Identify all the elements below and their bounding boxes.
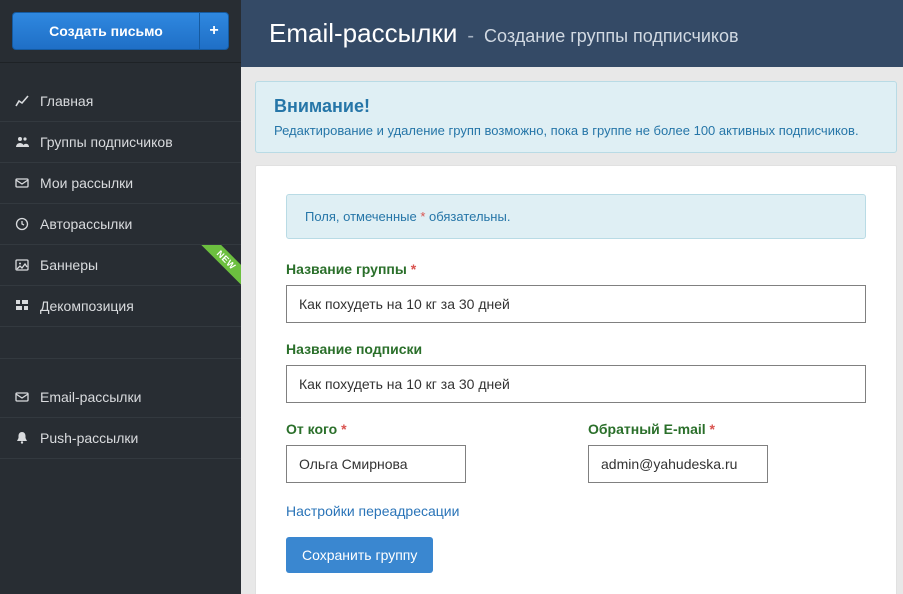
main: Email-рассылки - Создание группы подписч… bbox=[241, 0, 903, 594]
redirect-settings-link[interactable]: Настройки переадресации bbox=[286, 503, 459, 519]
field-from: От кого * bbox=[286, 421, 564, 483]
title-sep: - bbox=[467, 25, 474, 48]
sidebar-item-push: Push-рассылки bbox=[0, 418, 241, 459]
required-note: Поля, отмеченные * обязательны. bbox=[286, 194, 866, 239]
alert-attention: Внимание! Редактирование и удаление груп… bbox=[255, 81, 897, 153]
sidebar-item-email: Email-рассылки bbox=[0, 377, 241, 418]
field-subscription-name: Название подписки bbox=[286, 341, 866, 403]
form-panel: Поля, отмеченные * обязательны. Название… bbox=[255, 165, 897, 594]
envelope-icon bbox=[14, 390, 30, 404]
field-reply: Обратный E-mail * bbox=[588, 421, 866, 483]
nav: Главная Группы подписчиков Мои рассылки bbox=[0, 81, 241, 327]
clock-icon bbox=[14, 217, 30, 231]
field-group-name: Название группы * bbox=[286, 261, 866, 323]
compose-button[interactable]: Создать письмо bbox=[12, 12, 199, 50]
chart-icon bbox=[14, 94, 30, 108]
sidebar-item-auto: Авторассылки bbox=[0, 204, 241, 245]
grid-icon bbox=[14, 299, 30, 313]
sidebar-item-my-mailings: Мои рассылки bbox=[0, 163, 241, 204]
sidebar-link[interactable]: Баннеры bbox=[0, 245, 241, 285]
star-icon: * bbox=[411, 261, 416, 277]
sidebar-link[interactable]: Декомпозиция bbox=[0, 286, 241, 326]
reply-label: Обратный E-mail * bbox=[588, 421, 866, 437]
sidebar-item-decomposition: Декомпозиция bbox=[0, 286, 241, 327]
sidebar-item-label: Баннеры bbox=[40, 257, 98, 273]
row-from-reply: От кого * Обратный E-mail * bbox=[286, 421, 866, 501]
sidebar-link[interactable]: Авторассылки bbox=[0, 204, 241, 244]
alert-text: Редактирование и удаление групп возможно… bbox=[274, 123, 878, 138]
sidebar-link[interactable]: Мои рассылки bbox=[0, 163, 241, 203]
star-icon: * bbox=[710, 421, 715, 437]
image-icon bbox=[14, 258, 30, 272]
compose-add-button[interactable]: + bbox=[199, 12, 229, 50]
group-name-input[interactable] bbox=[286, 285, 866, 323]
sidebar-item-groups: Группы подписчиков bbox=[0, 122, 241, 163]
envelope-icon bbox=[14, 176, 30, 190]
sidebar-item-label: Email-рассылки bbox=[40, 389, 141, 405]
sidebar-link[interactable]: Push-рассылки bbox=[0, 418, 241, 458]
sidebar-item-label: Группы подписчиков bbox=[40, 134, 173, 150]
group-name-label: Название группы * bbox=[286, 261, 866, 277]
sidebar: Создать письмо + Главная bbox=[0, 0, 241, 594]
page-title: Email-рассылки bbox=[269, 18, 457, 49]
sidebar-link[interactable]: Главная bbox=[0, 81, 241, 121]
sidebar-item-main: Главная bbox=[0, 81, 241, 122]
reply-email-input[interactable] bbox=[588, 445, 768, 483]
sidebar-item-label: Push-рассылки bbox=[40, 430, 138, 446]
nav-spacer bbox=[0, 327, 241, 359]
sidebar-top: Создать письмо + bbox=[0, 0, 241, 63]
sidebar-item-label: Авторассылки bbox=[40, 216, 132, 232]
sidebar-link[interactable]: Email-рассылки bbox=[0, 377, 241, 417]
plus-icon: + bbox=[209, 22, 218, 40]
subscription-name-input[interactable] bbox=[286, 365, 866, 403]
content: Внимание! Редактирование и удаление груп… bbox=[241, 67, 903, 594]
sidebar-item-label: Декомпозиция bbox=[40, 298, 134, 314]
alert-title: Внимание! bbox=[274, 96, 878, 117]
nav-secondary: Email-рассылки Push-рассылки bbox=[0, 377, 241, 459]
page-subtitle: Создание группы подписчиков bbox=[484, 26, 739, 47]
save-group-button[interactable]: Сохранить группу bbox=[286, 537, 433, 573]
from-label: От кого * bbox=[286, 421, 564, 437]
sidebar-item-label: Главная bbox=[40, 93, 93, 109]
sidebar-item-label: Мои рассылки bbox=[40, 175, 133, 191]
star-icon: * bbox=[341, 421, 346, 437]
bell-icon bbox=[14, 431, 30, 445]
from-input[interactable] bbox=[286, 445, 466, 483]
compose-wrap: Создать письмо + bbox=[12, 12, 229, 50]
titlebar: Email-рассылки - Создание группы подписч… bbox=[241, 0, 903, 67]
sidebar-item-banners: Баннеры NEW bbox=[0, 245, 241, 286]
subscription-name-label: Название подписки bbox=[286, 341, 866, 357]
sidebar-link[interactable]: Группы подписчиков bbox=[0, 122, 241, 162]
users-icon bbox=[14, 135, 30, 149]
